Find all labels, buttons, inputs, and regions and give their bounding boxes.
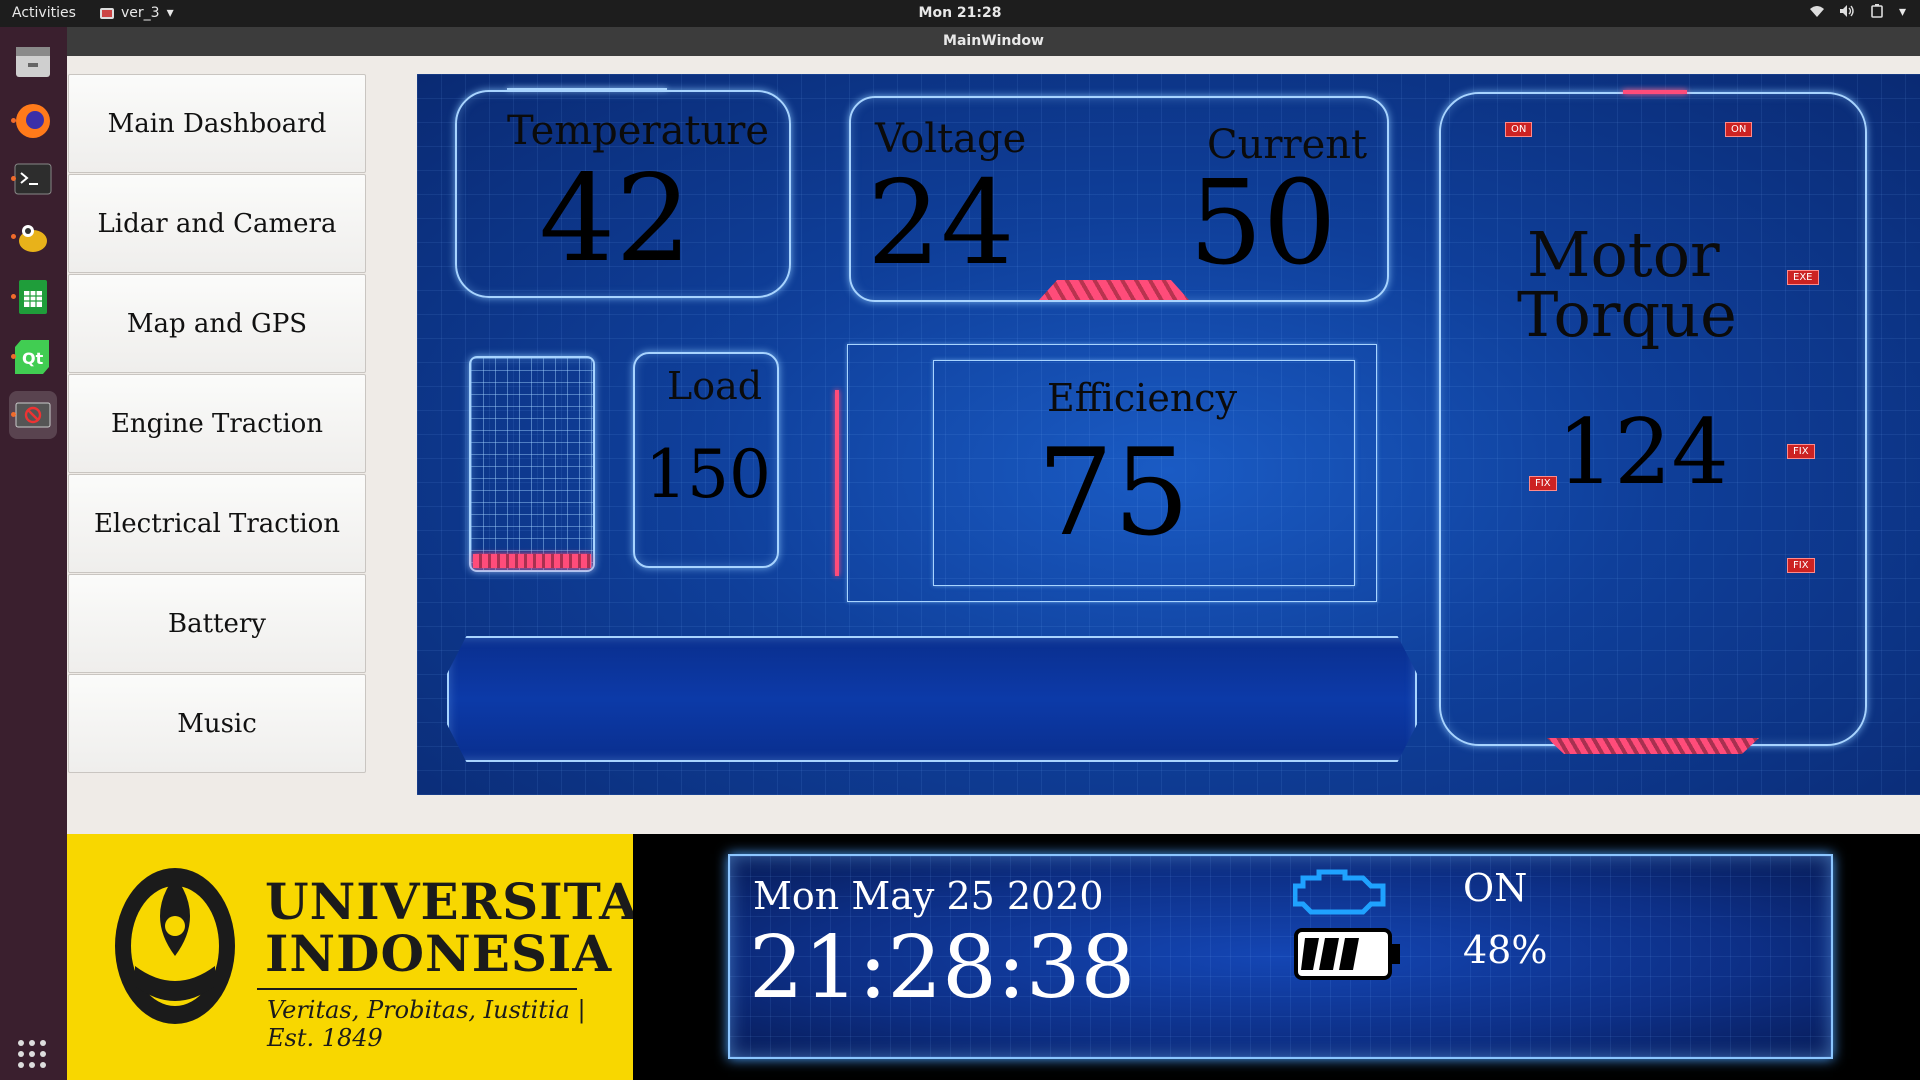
efficiency-value: 75: [1037, 424, 1190, 563]
menu-main-dashboard-button[interactable]: Main Dashboard: [68, 74, 366, 173]
temperature-value: 42: [539, 150, 692, 289]
menu-map-gps-button[interactable]: Map and GPS: [68, 274, 366, 373]
menu-music-button[interactable]: Music: [68, 674, 366, 773]
load-value: 150: [645, 436, 771, 513]
app-icon[interactable]: [9, 391, 57, 439]
temperature-label: Temperature: [507, 108, 770, 154]
date-display: Mon May 25 2020: [753, 874, 1104, 918]
chevron-down-icon: ▾: [166, 5, 174, 21]
torque-label-line2: Torque: [1517, 278, 1737, 351]
qt-creator-icon[interactable]: Qt: [9, 333, 57, 381]
app-menu[interactable]: ver_3 ▾: [100, 5, 174, 21]
university-name-line1: UNIVERSITAS: [265, 872, 677, 931]
on-tag: ON: [1505, 122, 1533, 137]
menu-button-label: Music: [177, 708, 257, 739]
spreadsheet-icon[interactable]: [9, 273, 57, 321]
engine-icon: [1293, 869, 1386, 915]
torque-value: 124: [1557, 400, 1729, 505]
app-menu-label: ver_3: [121, 5, 160, 21]
fix-tag: FIX: [1787, 444, 1815, 459]
current-value: 50: [1189, 156, 1337, 291]
makara-emblem-icon: [115, 868, 235, 1024]
voltage-pink-accent: [1039, 280, 1189, 300]
system-clock[interactable]: Mon 21:28: [0, 5, 1920, 21]
menu-button-label: Map and GPS: [126, 308, 308, 339]
university-logo: UNIVERSITAS INDONESIA Veritas, Probitas,…: [67, 834, 675, 1080]
grid-gauge-frame: [469, 356, 595, 572]
menu-button-label: Main Dashboard: [107, 108, 327, 139]
power-icon: [1869, 4, 1885, 22]
gimp-icon[interactable]: [9, 213, 57, 261]
university-motto: Veritas, Probitas, Iustitia | Est. 1849: [267, 996, 586, 1052]
dashboard-panel: Temperature 42 Voltage 24 Current 50 Loa…: [417, 74, 1920, 795]
menu-engine-traction-button[interactable]: Engine Traction: [68, 374, 366, 473]
system-top-bar: Activities ver_3 ▾ Mon 21:28 ▾: [0, 0, 1920, 27]
wifi-icon: [1809, 4, 1825, 22]
fix-tag: FIX: [1529, 476, 1557, 491]
chevron-down-icon: ▾: [1898, 4, 1906, 20]
activities-button[interactable]: Activities: [12, 5, 76, 21]
torque-label-line1: Motor: [1527, 218, 1720, 291]
battery-percent: 48%: [1463, 928, 1548, 972]
university-name-line2: INDONESIA: [265, 924, 613, 983]
menu-button-label: Engine Traction: [110, 408, 324, 439]
efficiency-label: Efficiency: [1047, 376, 1238, 420]
load-label: Load: [667, 364, 763, 408]
logo-divider: [257, 988, 577, 990]
firefox-icon[interactable]: [9, 97, 57, 145]
engine-status: ON: [1463, 866, 1528, 910]
menu-button-label: Lidar and Camera: [97, 208, 337, 239]
hud-accent-line: [507, 88, 667, 90]
app-window-icon: [100, 7, 114, 19]
status-panel: Mon May 25 2020 21:28:38 ON 48%: [633, 834, 1920, 1080]
time-display: 21:28:38: [749, 918, 1136, 1018]
svg-text:Qt: Qt: [22, 349, 44, 368]
window-title[interactable]: MainWindow: [67, 27, 1920, 56]
menu-battery-button[interactable]: Battery: [68, 574, 366, 673]
system-tray[interactable]: ▾: [1809, 4, 1906, 22]
info-banner-frame: [447, 636, 1417, 762]
menu-button-label: Electrical Traction: [93, 508, 341, 539]
on-tag: ON: [1725, 122, 1753, 137]
application-dock: Qt: [0, 27, 67, 1080]
show-applications-icon[interactable]: [18, 1040, 46, 1068]
terminal-icon[interactable]: [9, 155, 57, 203]
torque-top-accent: [1623, 90, 1687, 94]
main-window: Main Dashboard Lidar and Camera Map and …: [67, 56, 1920, 1080]
torque-bottom-accent: [1547, 738, 1759, 754]
menu-electrical-traction-button[interactable]: Electrical Traction: [68, 474, 366, 573]
battery-icon: [1294, 928, 1400, 980]
efficiency-pink-bar: [835, 390, 839, 576]
grid-gauge-bar: [473, 554, 591, 568]
exe-tag: EXE: [1787, 270, 1819, 285]
menu-lidar-camera-button[interactable]: Lidar and Camera: [68, 174, 366, 273]
volume-icon: [1839, 4, 1855, 22]
fix-tag: FIX: [1787, 558, 1815, 573]
menu-button-label: Battery: [167, 608, 266, 639]
files-icon[interactable]: [9, 37, 57, 85]
voltage-value: 24: [867, 156, 1015, 291]
